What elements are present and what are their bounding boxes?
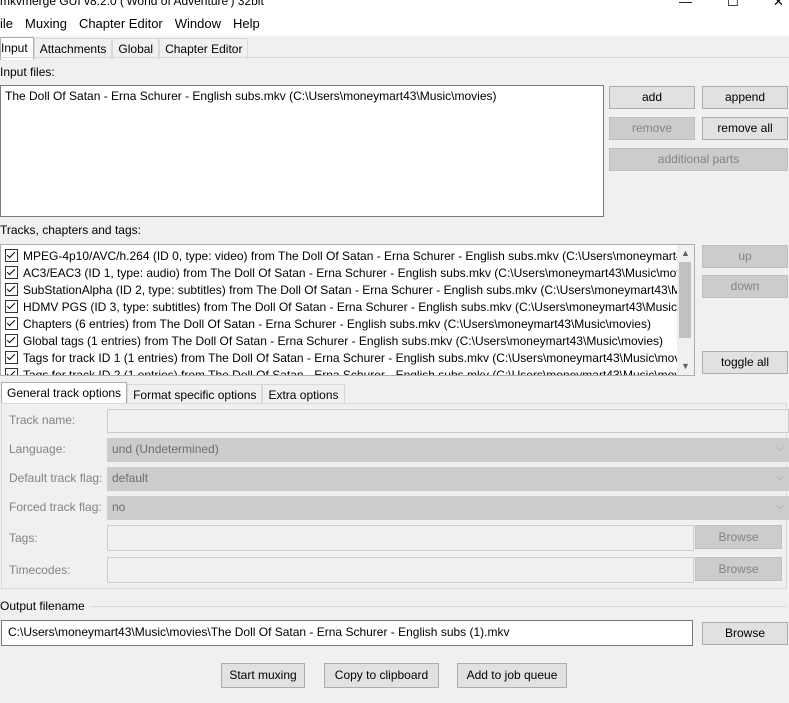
remove-all-button[interactable]: remove all — [702, 117, 788, 140]
output-filename-label: Output filename — [0, 599, 85, 613]
track-item[interactable]: HDMV PGS (ID 3, type: subtitles) from Th… — [5, 298, 690, 315]
chevron-down-icon: ⌵ — [776, 472, 784, 483]
output-group-line — [90, 606, 787, 607]
forced-track-flag-label: Forced track flag: — [9, 500, 102, 514]
track-checkbox[interactable] — [5, 249, 18, 262]
tags-browse-button[interactable]: Browse — [695, 525, 782, 549]
track-checkbox[interactable] — [5, 334, 18, 347]
track-item[interactable]: Tags for track ID 1 (1 entries) from The… — [5, 349, 690, 366]
remove-button[interactable]: remove — [609, 117, 695, 140]
scrollbar-thumb[interactable] — [679, 262, 691, 338]
tab-chapter-editor[interactable]: Chapter Editor — [159, 38, 249, 59]
track-checkbox[interactable] — [5, 266, 18, 279]
tab-format-specific-options[interactable]: Format specific options — [127, 384, 263, 405]
track-checkbox[interactable] — [5, 351, 18, 364]
output-filename-input[interactable]: C:\Users\moneymart43\Music\movies\The Do… — [1, 620, 693, 646]
maximize-icon[interactable]: ☐ — [727, 0, 739, 10]
chevron-down-icon: ⌵ — [776, 443, 784, 454]
track-checkbox[interactable] — [5, 300, 18, 313]
window-title: mkvmerge GUI v8.2.0 ('World of Adventure… — [0, 0, 264, 8]
track-checkbox[interactable] — [5, 283, 18, 296]
output-browse-button[interactable]: Browse — [702, 622, 788, 645]
start-muxing-button[interactable]: Start muxing — [221, 663, 305, 688]
language-select[interactable]: und (Undetermined) ⌵ — [107, 438, 789, 462]
default-track-flag-select[interactable]: default ⌵ — [107, 467, 789, 491]
tab-divider — [0, 57, 789, 58]
language-value: und (Undetermined) — [112, 442, 219, 456]
track-name-input[interactable] — [107, 409, 789, 433]
main-tabs: Input Attachments Global Chapter Editor — [0, 37, 249, 60]
input-files-label: Input files: — [0, 65, 55, 79]
menu-window[interactable]: Window — [169, 12, 227, 36]
tags-input[interactable] — [107, 525, 694, 551]
scroll-up-arrow-icon[interactable]: ▲ — [677, 245, 694, 262]
default-track-flag-value: default — [112, 471, 149, 485]
tab-extra-options[interactable]: Extra options — [262, 384, 345, 405]
default-track-flag-label: Default track flag: — [9, 471, 103, 485]
tracks-scrollbar[interactable]: ▲ ▼ — [677, 245, 694, 375]
copy-to-clipboard-button[interactable]: Copy to clipboard — [324, 663, 439, 688]
append-button[interactable]: append — [702, 86, 788, 109]
title-bar: mkvmerge GUI v8.2.0 ('World of Adventure… — [0, 0, 789, 12]
track-item[interactable]: SubStationAlpha (ID 2, type: subtitles) … — [5, 281, 688, 298]
track-item[interactable]: Tags for track ID 2 (1 entries) from The… — [5, 366, 690, 375]
language-label: Language: — [9, 442, 66, 456]
menu-muxing[interactable]: Muxing — [19, 12, 73, 36]
tags-label: Tags: — [9, 531, 38, 545]
timecodes-browse-button[interactable]: Browse — [695, 557, 782, 581]
track-item[interactable]: MPEG-4p10/AVC/h.264 (ID 0, type: video) … — [5, 247, 693, 264]
timecodes-label: Timecodes: — [9, 563, 71, 577]
menu-chapter-editor[interactable]: Chapter Editor — [73, 12, 169, 36]
additional-parts-button[interactable]: additional parts — [609, 148, 788, 171]
tab-general-track-options[interactable]: General track options — [1, 382, 128, 405]
general-track-options-panel: Track name: Language: und (Undetermined)… — [1, 403, 789, 589]
track-item[interactable]: Global tags (1 entries) from The Doll Of… — [5, 332, 663, 349]
forced-track-flag-select[interactable]: no ⌵ — [107, 496, 789, 520]
track-item[interactable]: Chapters (6 entries) from The Doll Of Sa… — [5, 315, 651, 332]
toggle-all-button[interactable]: toggle all — [702, 351, 788, 374]
tracks-list[interactable]: MPEG-4p10/AVC/h.264 (ID 0, type: video) … — [0, 244, 695, 376]
menu-bar: ile Muxing Chapter Editor Window Help — [0, 12, 789, 36]
input-files-list[interactable]: The Doll Of Satan - Erna Schurer - Engli… — [0, 85, 604, 217]
track-checkbox[interactable] — [5, 368, 18, 375]
track-item[interactable]: AC3/EAC3 (ID 1, type: audio) from The Do… — [5, 264, 692, 281]
track-name-label: Track name: — [9, 413, 76, 427]
scroll-down-arrow-icon[interactable]: ▼ — [677, 358, 694, 375]
timecodes-input[interactable] — [107, 557, 694, 583]
up-button[interactable]: up — [702, 245, 788, 268]
add-to-job-queue-button[interactable]: Add to job queue — [457, 663, 567, 688]
minimize-icon[interactable]: — — [679, 0, 692, 9]
input-file-item[interactable]: The Doll Of Satan - Erna Schurer - Engli… — [5, 89, 496, 103]
tab-attachments[interactable]: Attachments — [33, 38, 113, 59]
track-option-tabs: General track options Format specific op… — [1, 382, 345, 405]
tab-global[interactable]: Global — [112, 38, 160, 59]
menu-file[interactable]: ile — [0, 12, 19, 36]
track-checkbox[interactable] — [5, 317, 18, 330]
menu-help[interactable]: Help — [227, 12, 266, 36]
add-button[interactable]: add — [609, 86, 695, 109]
down-button[interactable]: down — [702, 275, 788, 298]
chevron-down-icon: ⌵ — [776, 501, 784, 512]
close-icon[interactable]: ✕ — [773, 0, 784, 10]
forced-track-flag-value: no — [112, 500, 126, 514]
tracks-label: Tracks, chapters and tags: — [0, 223, 141, 237]
